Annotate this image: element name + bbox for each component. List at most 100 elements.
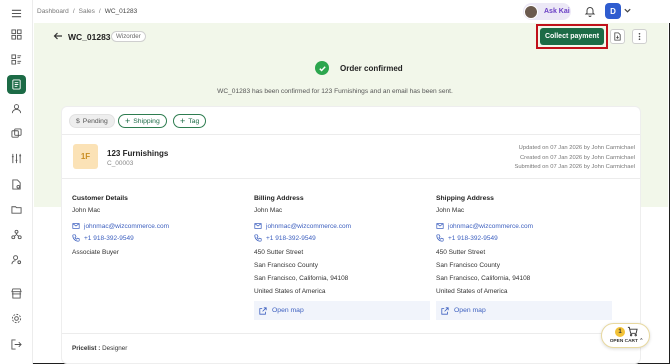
external-link-icon	[441, 306, 449, 315]
open-map-label: Open map	[454, 307, 486, 314]
customer-phone: +1 918-392-9549	[84, 234, 134, 242]
pending-label: Pending	[82, 117, 108, 125]
billing-line3: San Francisco, California, 94108	[254, 275, 349, 282]
source-chip: Wizorder	[111, 31, 146, 42]
billing-address-title: Billing Address	[254, 195, 304, 202]
customer-code: C_00003	[107, 160, 134, 167]
status-pending-pill[interactable]: $ Pending	[69, 114, 115, 128]
settings-sliders-icon[interactable]	[9, 151, 24, 166]
customer-icon[interactable]	[9, 101, 24, 116]
shipping-country: United States of America	[436, 288, 508, 295]
shipping-line3: San Francisco, California, 94108	[436, 275, 531, 282]
shipping-email-link[interactable]: johnmac@wizcommerce.com	[436, 222, 533, 230]
sidebar	[0, 0, 33, 364]
confirmation-message: WC_01283 has been confirmed for 123 Furn…	[217, 88, 453, 95]
customer-role: Associate Buyer	[72, 249, 119, 256]
shipping-phone: +1 918-392-9549	[448, 234, 498, 242]
kebab-icon	[638, 32, 641, 41]
divider	[62, 178, 640, 179]
phone-icon	[254, 234, 262, 242]
billing-country: United States of America	[254, 288, 326, 295]
user-avatar[interactable]: D	[605, 3, 621, 19]
menu-icon[interactable]	[9, 6, 24, 21]
billing-open-map-button[interactable]: Open map	[254, 301, 430, 320]
shipping-open-map-button[interactable]: Open map	[436, 301, 612, 320]
dollar-icon: $	[76, 117, 80, 125]
cart-count-badge: 1	[615, 327, 625, 337]
shipping-label: Shipping	[133, 117, 160, 125]
plus-icon: +	[180, 116, 186, 126]
breadcrumb-separator: /	[72, 8, 75, 15]
inventory-icon[interactable]	[9, 126, 24, 141]
created-meta: Created on 07 Jan 2026 by John Carmichae…	[519, 155, 635, 161]
mail-icon	[436, 223, 444, 229]
breadcrumb-separator: /	[98, 8, 101, 15]
bell-icon[interactable]	[584, 5, 596, 17]
customer-email-link[interactable]: johnmac@wizcommerce.com	[72, 222, 169, 230]
logout-icon[interactable]	[9, 337, 24, 352]
document-icon[interactable]	[9, 177, 24, 192]
customer-email: johnmac@wizcommerce.com	[84, 222, 169, 230]
customer-name[interactable]: 123 Furnishings	[107, 149, 168, 158]
cart-icon	[627, 326, 638, 337]
shipping-line1: 450 Sutter Street	[436, 249, 486, 256]
external-link-icon	[259, 306, 267, 315]
divider	[62, 134, 640, 135]
breadcrumb-sales[interactable]: Sales	[79, 8, 95, 15]
ask-kai-label: Ask Kai	[544, 8, 570, 15]
billing-line1: 450 Sutter Street	[254, 249, 304, 256]
tag-label: Tag	[188, 117, 200, 125]
chevron-down-icon[interactable]	[623, 6, 632, 15]
gear-icon[interactable]	[9, 311, 24, 326]
customer-avatar: 1F	[73, 144, 98, 169]
shipping-phone-link[interactable]: +1 918-392-9549	[436, 234, 498, 242]
add-shipping-button[interactable]: + Shipping	[118, 114, 167, 128]
shipping-line2: San Francisco County	[436, 262, 500, 269]
collect-payment-button[interactable]: Collect payment	[540, 28, 604, 45]
open-cart-label: OPEN CART ⌃	[609, 339, 644, 344]
billing-email-link[interactable]: johnmac@wizcommerce.com	[254, 222, 351, 230]
submitted-meta: Submitted on 07 Jan 2026 by John Carmich…	[514, 164, 635, 170]
divider	[62, 333, 640, 334]
top-bar: Dashboard / Sales / WC_01283	[33, 0, 670, 23]
plus-icon: +	[125, 116, 131, 126]
billing-email: johnmac@wizcommerce.com	[266, 222, 351, 230]
billing-phone-link[interactable]: +1 918-392-9549	[254, 234, 316, 242]
billing-line2: San Francisco County	[254, 262, 318, 269]
back-arrow-icon[interactable]	[53, 31, 63, 41]
ask-kai-button[interactable]: Ask Kai	[523, 3, 571, 20]
ask-kai-avatar	[524, 4, 538, 19]
customer-details-title: Customer Details	[72, 195, 128, 202]
updated-meta: Updated on 07 Jan 2026 by John Carmichae…	[518, 145, 635, 151]
pricelist-row: Pricelist : Designer	[72, 345, 127, 352]
pricelist-value: Designer	[102, 345, 128, 352]
dashboard-icon[interactable]	[9, 27, 24, 42]
network-icon[interactable]	[9, 227, 24, 242]
folder-icon[interactable]	[9, 202, 24, 217]
catalog-icon[interactable]	[9, 52, 24, 67]
open-cart-button[interactable]: 1 OPEN CART ⌃	[601, 323, 650, 348]
breadcrumb-dashboard[interactable]: Dashboard	[37, 8, 69, 15]
add-tag-button[interactable]: + Tag	[173, 114, 207, 128]
mail-icon	[254, 223, 262, 229]
more-options-button[interactable]	[632, 29, 647, 44]
download-pdf-button[interactable]	[610, 29, 625, 44]
breadcrumb-current: WC_01283	[104, 8, 138, 15]
breadcrumb: Dashboard / Sales / WC_01283	[37, 8, 137, 15]
customer-phone-link[interactable]: +1 918-392-9549	[72, 234, 134, 242]
order-id-title: WC_01283	[68, 32, 111, 42]
shipping-address-title: Shipping Address	[436, 195, 494, 202]
customer-contact-name: John Mac	[72, 207, 101, 214]
confirmation-title: Order confirmed	[340, 64, 403, 73]
user-settings-icon[interactable]	[9, 252, 24, 267]
store-icon[interactable]	[9, 286, 24, 301]
pricelist-label: Pricelist :	[72, 345, 101, 352]
shipping-email: johnmac@wizcommerce.com	[448, 222, 533, 230]
phone-icon	[436, 234, 444, 242]
billing-name: John Mac	[254, 207, 283, 214]
shipping-name: John Mac	[436, 207, 465, 214]
check-circle-icon	[315, 61, 329, 75]
open-map-label: Open map	[272, 307, 304, 314]
phone-icon	[72, 234, 80, 242]
mail-icon	[72, 223, 80, 229]
